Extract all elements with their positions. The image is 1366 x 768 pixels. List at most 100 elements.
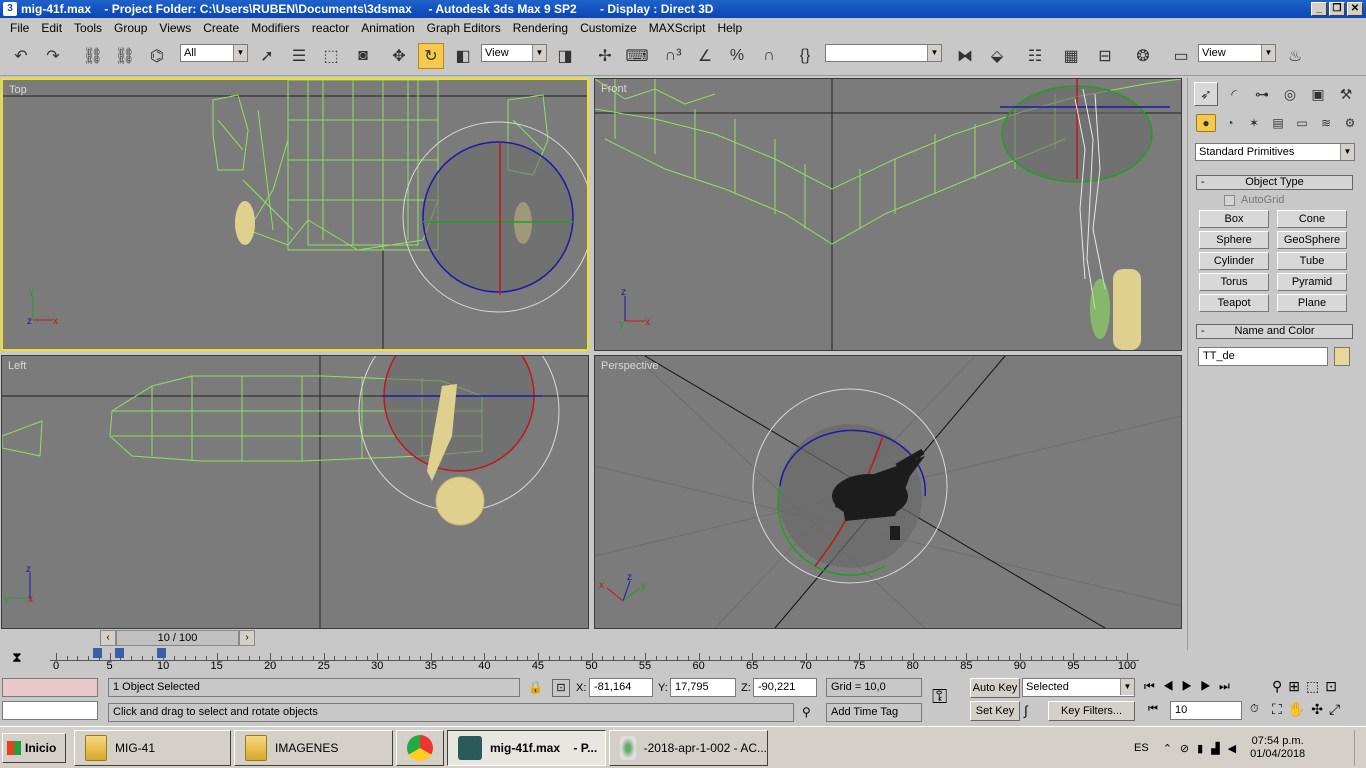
- rotate-icon[interactable]: ↻: [418, 43, 444, 69]
- select-manipulate-icon[interactable]: ✢: [592, 43, 618, 69]
- zoom-extents-all-icon[interactable]: ⊡: [1325, 678, 1343, 694]
- zoom-icon[interactable]: ⚲: [1272, 678, 1288, 694]
- viewport-top[interactable]: y z x Top: [1, 78, 589, 351]
- unlink-icon[interactable]: ⛓: [112, 43, 138, 69]
- utilities-tab-icon[interactable]: ⚒: [1334, 82, 1358, 106]
- menu-views[interactable]: Views: [153, 21, 197, 35]
- move-icon[interactable]: ✥: [386, 43, 412, 69]
- pan-icon[interactable]: ✋: [1288, 701, 1311, 717]
- viewport-label-left[interactable]: Left: [8, 360, 26, 372]
- pivot-center-icon[interactable]: ◨: [552, 43, 578, 69]
- viewport-label-top[interactable]: Top: [9, 84, 27, 96]
- geometry-icon[interactable]: ●: [1196, 114, 1216, 132]
- hierarchy-tab-icon[interactable]: ⊶: [1250, 82, 1274, 106]
- material-editor-icon[interactable]: ❂: [1130, 43, 1156, 69]
- time-slider-thumb[interactable]: 10 / 100: [116, 630, 239, 646]
- taskbar-item-acdsee[interactable]: -2018-apr-1-002 - AC...: [609, 730, 768, 766]
- pyramid-button[interactable]: Pyramid: [1277, 273, 1347, 291]
- spinner-snap-icon[interactable]: ∩: [756, 43, 782, 69]
- display-tab-icon[interactable]: ▣: [1306, 82, 1330, 106]
- minimize-button[interactable]: _: [1311, 2, 1327, 16]
- field-of-view-icon[interactable]: ⛶: [1272, 701, 1288, 717]
- add-time-tag-button[interactable]: Add Time Tag: [826, 703, 922, 722]
- viewport-label-front[interactable]: Front: [601, 83, 627, 95]
- play-icon[interactable]: ▶: [1182, 679, 1201, 693]
- selection-filter-dropdown[interactable]: All ▼: [180, 44, 248, 62]
- close-button[interactable]: ✕: [1347, 2, 1363, 16]
- align-icon[interactable]: ⬙: [984, 43, 1010, 69]
- rotate-gizmo-z[interactable]: [422, 141, 574, 293]
- tangent-icon[interactable]: ∫: [1024, 703, 1028, 718]
- curve-editor-icon[interactable]: ▦: [1058, 43, 1084, 69]
- go-to-start-icon[interactable]: ⏮: [1144, 679, 1163, 693]
- sphere-button[interactable]: Sphere: [1199, 231, 1269, 249]
- absolute-mode-icon[interactable]: ⊡: [552, 679, 570, 697]
- menu-edit[interactable]: Edit: [35, 21, 68, 35]
- menu-modifiers[interactable]: Modifiers: [245, 21, 306, 35]
- reference-coordinate-dropdown[interactable]: View ▼: [481, 44, 547, 62]
- z-coordinate-input[interactable]: -90,221: [753, 678, 817, 697]
- time-slider[interactable]: ‹ 10 / 100 ›: [100, 630, 255, 646]
- helpers-icon[interactable]: ▭: [1292, 114, 1312, 132]
- rotate-gizmo-left[interactable]: [383, 356, 535, 472]
- 3ds-max-icon[interactable]: 3: [3, 2, 17, 16]
- menu-customize[interactable]: Customize: [574, 21, 643, 35]
- zoom-all-icon[interactable]: ⊞: [1288, 678, 1306, 694]
- rectangle-selection-icon[interactable]: ⬚: [318, 43, 344, 69]
- modify-tab-icon[interactable]: ◜: [1222, 82, 1246, 106]
- select-link-icon[interactable]: ⛓: [80, 43, 106, 69]
- viewport-label-perspective[interactable]: Perspective: [601, 360, 658, 372]
- menu-maxscript[interactable]: MAXScript: [643, 21, 712, 35]
- cameras-icon[interactable]: ▤: [1268, 114, 1288, 132]
- space-warps-icon[interactable]: ≋: [1316, 114, 1336, 132]
- torus-button[interactable]: Torus: [1199, 273, 1269, 291]
- taskbar-item-chrome[interactable]: [396, 730, 444, 766]
- menu-rendering[interactable]: Rendering: [507, 21, 574, 35]
- undo-icon[interactable]: ↶: [8, 43, 34, 69]
- go-to-end-icon[interactable]: ⏭: [1219, 679, 1238, 693]
- menu-graph-editors[interactable]: Graph Editors: [421, 21, 507, 35]
- teapot-button[interactable]: Teapot: [1199, 294, 1269, 312]
- arc-rotate-icon[interactable]: ✣: [1311, 701, 1329, 717]
- maxscript-listener-input[interactable]: [2, 678, 98, 697]
- chevron-right-icon[interactable]: ›: [239, 630, 255, 646]
- signal-icon[interactable]: ▟: [1211, 743, 1227, 755]
- key-icon[interactable]: ⚿: [932, 686, 962, 714]
- tube-button[interactable]: Tube: [1277, 252, 1347, 270]
- taskbar-item-mig-41[interactable]: MIG-41: [74, 730, 231, 766]
- cylinder-button[interactable]: Cylinder: [1199, 252, 1269, 270]
- render-view-dropdown[interactable]: View ▼: [1198, 44, 1276, 62]
- window-crossing-icon[interactable]: ◙: [350, 43, 376, 69]
- time-tag-icon[interactable]: ⚲: [802, 705, 811, 719]
- systems-icon[interactable]: ⚙: [1340, 114, 1360, 132]
- mirror-icon[interactable]: ⧓: [952, 43, 978, 69]
- menu-tools[interactable]: Tools: [68, 21, 108, 35]
- name-and-color-rollout[interactable]: - Name and Color: [1196, 324, 1353, 339]
- redo-icon[interactable]: ↷: [40, 43, 66, 69]
- show-desktop-button[interactable]: [1354, 730, 1364, 766]
- schematic-view-icon[interactable]: ⊟: [1092, 43, 1118, 69]
- power-icon[interactable]: ▮: [1197, 743, 1211, 755]
- y-coordinate-input[interactable]: 17,795: [670, 678, 736, 697]
- restore-button[interactable]: ❐: [1329, 2, 1345, 16]
- percent-snap-icon[interactable]: %: [724, 43, 750, 69]
- select-object-icon[interactable]: ➚: [254, 43, 280, 69]
- menu-help[interactable]: Help: [711, 21, 748, 35]
- create-tab-icon[interactable]: ➶: [1194, 82, 1218, 106]
- set-key-button[interactable]: Set Key: [970, 701, 1020, 721]
- taskbar-item-imagenes[interactable]: IMAGENES: [234, 730, 393, 766]
- clock[interactable]: 07:54 p.m. 01/04/2018: [1250, 735, 1305, 761]
- geosphere-button[interactable]: GeoSphere: [1277, 231, 1347, 249]
- network-icon[interactable]: ⊘: [1180, 743, 1197, 755]
- object-type-rollout[interactable]: - Object Type: [1196, 175, 1353, 190]
- named-selection-dropdown[interactable]: ▼: [825, 44, 942, 62]
- mini-curve-editor-icon[interactable]: ⧗: [12, 649, 22, 666]
- key-marker[interactable]: [93, 648, 102, 658]
- volume-icon[interactable]: ◀: [1228, 743, 1244, 755]
- plane-button[interactable]: Plane: [1277, 294, 1347, 312]
- key-marker[interactable]: [115, 648, 124, 658]
- bind-space-warp-icon[interactable]: ⌬: [144, 43, 170, 69]
- shapes-icon[interactable]: ◔: [1220, 114, 1240, 132]
- menu-create[interactable]: Create: [197, 21, 245, 35]
- snap-3d-icon[interactable]: ∩³: [660, 43, 686, 69]
